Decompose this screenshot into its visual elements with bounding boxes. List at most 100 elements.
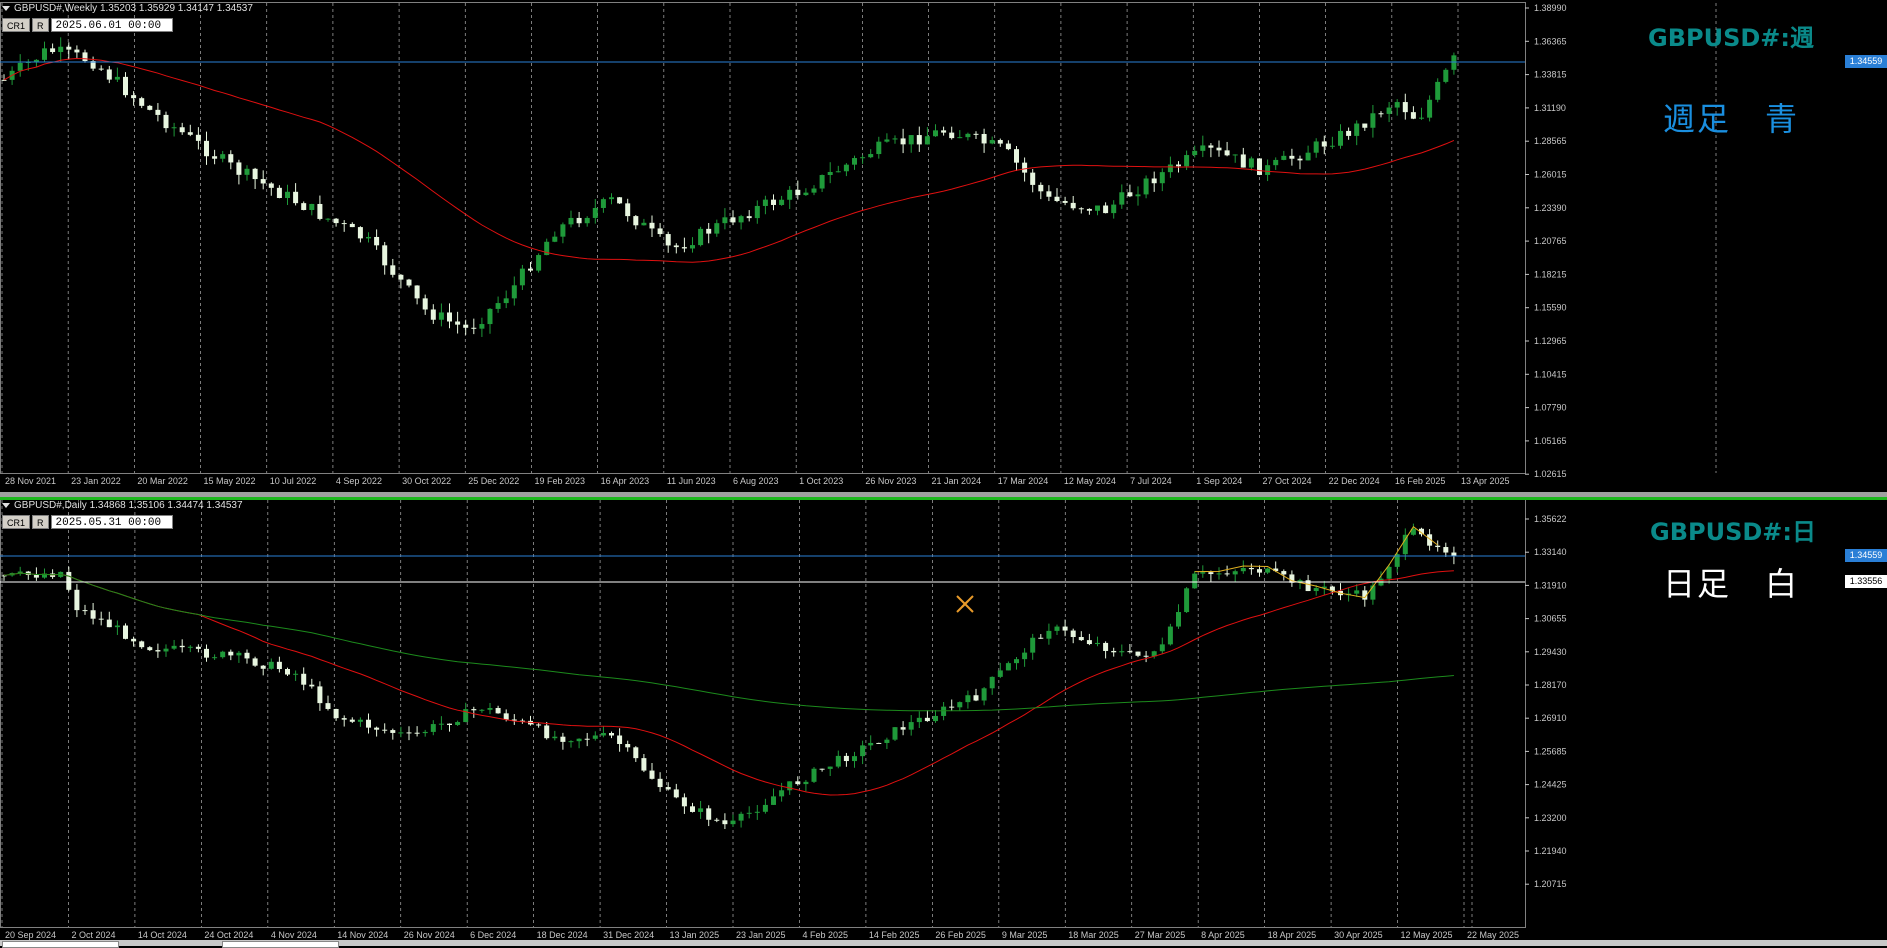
candle-body (730, 217, 736, 223)
cr1-button[interactable]: CR1 (2, 515, 31, 529)
weekly-chart-controls: CR1 R 2025.06.01 00:00 (2, 18, 173, 32)
candle-body (1143, 178, 1149, 195)
candle-body (1046, 191, 1052, 197)
candle-body (236, 162, 242, 175)
daily-chart-pane[interactable]: 20 Sep 2024 2 Oct 2024 14 Oct 2024 24 Oct 2… (0, 497, 1887, 946)
candle-body (195, 646, 201, 649)
daily-note-text: 日足 白 (1663, 565, 1800, 603)
candle-body (252, 658, 258, 666)
candle-body (1394, 102, 1400, 108)
candle-body (414, 285, 420, 299)
daily-chart[interactable]: 20 Sep 2024 2 Oct 2024 14 Oct 2024 24 Oct 2… (0, 497, 1887, 946)
price-axis-label: 1.15590 (1534, 303, 1567, 313)
cr1-button[interactable]: CR1 (2, 18, 31, 32)
candle-body (1151, 178, 1157, 184)
collapse-triangle-icon[interactable] (2, 502, 10, 508)
collapse-triangle-icon[interactable] (2, 5, 10, 11)
candle-body (495, 303, 501, 309)
price-axis-label: 1.31190 (1534, 103, 1566, 113)
candle-body (641, 758, 647, 771)
candle-body (1054, 196, 1060, 202)
candle-body (50, 48, 56, 53)
date-axis-label: 23 Jan 2025 (736, 930, 786, 940)
candle-body (471, 709, 477, 711)
candle-body (220, 154, 226, 159)
candle-body (973, 133, 979, 135)
candle-body (406, 732, 412, 734)
candle-body (1248, 567, 1254, 570)
candle-body (382, 245, 388, 266)
candle-body (681, 797, 687, 807)
candle-body (212, 657, 218, 659)
candle-body (592, 207, 598, 218)
candle-body (908, 722, 914, 730)
candle-body (82, 610, 88, 612)
r-button[interactable]: R (32, 515, 49, 529)
candle-body (649, 770, 655, 779)
candle-body (58, 46, 64, 53)
candle-body (114, 625, 120, 628)
price-axis-label: 1.26910 (1534, 713, 1567, 723)
chart-tab-weekly[interactable] (2, 941, 119, 948)
candle-body (1119, 192, 1125, 205)
datetime-field[interactable]: 2025.05.31 00:00 (50, 515, 173, 529)
price-axis-label: 1.25685 (1534, 746, 1567, 756)
candle-body (1208, 145, 1214, 148)
candle-body (779, 199, 785, 205)
date-axis-label: 2 Oct 2024 (71, 930, 115, 940)
price-axis-label: 1.02615 (1534, 469, 1567, 479)
candle-body (868, 154, 874, 158)
weekly-chart-pane[interactable]: 28 Nov 2021 23 Jan 2022 20 Mar 2022 15 May … (0, 0, 1887, 492)
price-axis-label: 1.24425 (1534, 780, 1567, 790)
candle-body (779, 790, 785, 797)
datetime-field[interactable]: 2025.06.01 00:00 (50, 18, 173, 32)
date-axis-label: 16 Apr 2023 (601, 476, 650, 486)
candle-body (552, 736, 558, 739)
date-axis-label: 13 Jan 2025 (670, 930, 720, 940)
candle-body (730, 820, 736, 825)
daily-hline-price-label: 1.33556 (1845, 575, 1887, 588)
date-axis-label: 31 Dec 2024 (603, 930, 654, 940)
candle-body (657, 228, 663, 235)
candle-body (244, 168, 250, 175)
candle-body (1119, 651, 1125, 653)
candle-body (1281, 571, 1287, 575)
candle-body (349, 223, 355, 228)
candle-body (957, 702, 963, 708)
candle-body (503, 298, 509, 304)
candle-body (738, 813, 744, 821)
candle-body (398, 732, 404, 734)
price-axis-label: 1.29430 (1534, 647, 1567, 657)
date-axis-label: 4 Sep 2022 (336, 476, 382, 486)
weekly-chart[interactable]: 28 Nov 2021 23 Jan 2022 20 Mar 2022 15 May … (0, 0, 1887, 492)
date-axis-label: 12 May 2025 (1401, 930, 1453, 940)
candle-body (852, 158, 857, 165)
candle-body (1, 79, 7, 81)
candle-body (1451, 55, 1457, 70)
candle-body (1095, 642, 1100, 645)
candle-body (1273, 159, 1279, 166)
candle-body (528, 268, 533, 271)
candle-body (989, 676, 995, 689)
candle-body (617, 197, 623, 204)
candle-body (471, 327, 477, 329)
candle-body (908, 135, 914, 145)
candle-body (787, 189, 793, 200)
chart-tab-daily[interactable] (222, 941, 339, 948)
candle-body (1232, 154, 1238, 156)
candle-body (487, 708, 493, 710)
r-button[interactable]: R (32, 18, 49, 32)
date-axis-label: 14 Oct 2024 (138, 930, 187, 940)
date-axis-label: 24 Oct 2024 (204, 930, 253, 940)
candle-body (576, 217, 582, 224)
candle-body (139, 641, 145, 648)
price-axis-label: 1.20715 (1534, 879, 1567, 889)
candle-body (268, 183, 274, 188)
candle-body (722, 217, 728, 224)
candle-body (366, 236, 371, 239)
candle-body (106, 69, 112, 80)
candle-body (1111, 204, 1117, 214)
candle-body (98, 618, 104, 620)
daily-pane-top-border (0, 497, 1887, 500)
candle-body (949, 706, 955, 708)
